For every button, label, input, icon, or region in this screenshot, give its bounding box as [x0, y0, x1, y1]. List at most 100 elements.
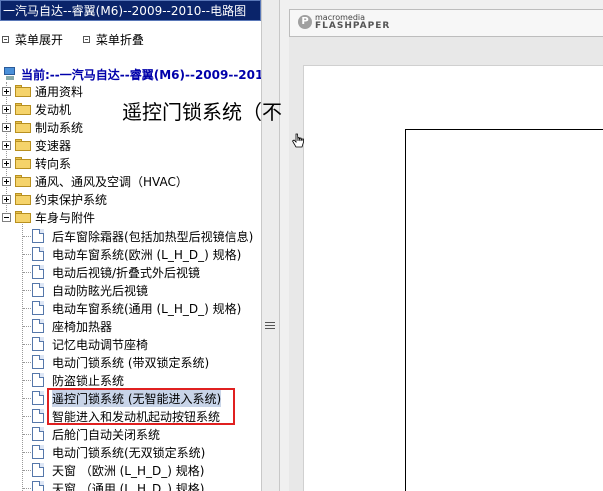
- tree-document[interactable]: 自动防眩光后视镜: [32, 281, 148, 299]
- tree-folder[interactable]: 通风、通风及空调（HVAC）: [2, 172, 188, 190]
- document-icon: [32, 355, 44, 369]
- tree-root-label: 当前:--一汽马自达--睿翼(M6)--2009--2010: [21, 67, 261, 82]
- expand-plus-icon[interactable]: [2, 194, 11, 204]
- tree-document[interactable]: 座椅加热器: [32, 317, 112, 335]
- tree-document[interactable]: 记忆电动调节座椅: [32, 335, 148, 353]
- document-label: 电动后视镜/折叠式外后视镜: [52, 265, 201, 280]
- tree-document[interactable]: 后舱门自动关闭系统: [32, 425, 160, 443]
- tree-connector: [23, 254, 31, 255]
- document-label: 防盗锁止系统: [52, 373, 125, 388]
- collapse-menu-button[interactable]: 菜单折叠: [82, 32, 144, 48]
- document-icon: [32, 229, 44, 243]
- panel-splitter[interactable]: [261, 0, 280, 491]
- tree-document[interactable]: 防盗锁止系统: [32, 371, 124, 389]
- document-icon: [32, 409, 44, 423]
- expand-menu-button[interactable]: 菜单展开: [2, 32, 63, 48]
- document-label: 后舱门自动关闭系统: [52, 427, 161, 442]
- tree-folder[interactable]: 转向系: [2, 154, 71, 172]
- document-icon: [32, 427, 44, 441]
- collapse-box-icon: [82, 36, 90, 43]
- folder-icon: [15, 85, 31, 97]
- folder-icon: [15, 139, 31, 151]
- tree-document[interactable]: 后车窗除霜器(包括加热型后视镜信息): [32, 227, 253, 245]
- menu-toolbar: 菜单展开 菜单折叠: [0, 31, 261, 47]
- tree-connector: [22, 222, 23, 491]
- tree-folder[interactable]: 约束保护系统: [2, 190, 107, 208]
- tree-folder[interactable]: 变速器: [2, 136, 71, 154]
- document-icon: [32, 337, 44, 351]
- folder-label: 变速器: [35, 138, 72, 153]
- tree-connector: [23, 236, 31, 237]
- document-label: 记忆电动调节座椅: [52, 337, 149, 352]
- tree-connector: [23, 416, 31, 417]
- folder-icon: [15, 175, 31, 187]
- folder-label: 约束保护系统: [35, 192, 108, 207]
- expand-plus-icon[interactable]: [2, 86, 11, 96]
- tree-connector: [23, 452, 31, 453]
- tree-document[interactable]: 天窗 （通用 (L_H_D_) 规格): [32, 479, 204, 491]
- folder-label: 制动系统: [35, 120, 84, 135]
- tree-folder[interactable]: 通用资料: [2, 82, 83, 100]
- collapse-menu-label: 菜单折叠: [95, 32, 144, 47]
- tree-document[interactable]: 天窗 （欧洲 (L_H_D_) 规格): [32, 461, 204, 479]
- document-icon: [32, 463, 44, 477]
- tree-connector: [23, 326, 31, 327]
- tree-folder-expanded[interactable]: 车身与附件: [2, 208, 95, 226]
- document-label: 电动门锁系统(无双锁定系统): [52, 445, 206, 460]
- document-icon: [32, 283, 44, 297]
- document-icon: [32, 247, 44, 261]
- document-icon: [32, 391, 44, 405]
- computer-icon: [3, 67, 17, 81]
- folder-icon: [15, 157, 31, 169]
- tree-connector: [23, 434, 31, 435]
- tree-connector: [23, 362, 31, 363]
- tree-connector: [23, 308, 31, 309]
- diagram-frame: [405, 129, 603, 491]
- tree-folder[interactable]: 制动系统: [2, 118, 83, 136]
- logo-product-text: FLASHPAPER: [315, 21, 391, 31]
- folder-icon: [15, 103, 31, 115]
- document-label: 电动车窗系统(欧洲 (L_H_D_) 规格): [52, 247, 242, 262]
- tree-folder[interactable]: 发动机: [2, 100, 71, 118]
- folder-label: 车身与附件: [35, 210, 96, 225]
- tree-connector: [23, 290, 31, 291]
- tree-document[interactable]: 电动车窗系统(通用 (L_H_D_) 规格): [32, 299, 241, 317]
- open-folder-icon: [15, 211, 31, 223]
- expand-plus-icon[interactable]: [2, 104, 11, 114]
- document-icon: [32, 319, 44, 333]
- tree-document[interactable]: 电动后视镜/折叠式外后视镜: [32, 263, 200, 281]
- tree-connector: [23, 398, 31, 399]
- collapse-minus-icon[interactable]: [2, 212, 11, 222]
- expand-plus-icon[interactable]: [2, 140, 11, 150]
- folder-label: 转向系: [35, 156, 72, 171]
- window-title-bar: 一汽马自达--睿翼(M6)--2009--2010--电路图: [0, 0, 261, 21]
- expand-plus-icon[interactable]: [2, 122, 11, 132]
- tree-connector: [23, 380, 31, 381]
- document-icon: [32, 373, 44, 387]
- tree-root[interactable]: 当前:--一汽马自达--睿翼(M6)--2009--2010: [3, 66, 261, 82]
- document-label: 电动车窗系统(通用 (L_H_D_) 规格): [52, 301, 242, 316]
- document-label: 电动门锁系统 (带双锁定系统): [52, 355, 210, 370]
- tree-document[interactable]: 电动门锁系统(无双锁定系统): [32, 443, 205, 461]
- navigation-panel: 一汽马自达--睿翼(M6)--2009--2010--电路图 菜单展开 菜单折叠…: [0, 0, 261, 491]
- collapse-box-icon: [2, 36, 9, 43]
- document-label: 天窗 （欧洲 (L_H_D_) 规格): [52, 463, 205, 478]
- splitter-grip-icon[interactable]: [265, 322, 275, 330]
- document-label: 自动防眩光后视镜: [52, 283, 149, 298]
- tree-document[interactable]: 电动车窗系统(欧洲 (L_H_D_) 规格): [32, 245, 241, 263]
- macromedia-logo-icon: P: [298, 15, 312, 29]
- tree-document[interactable]: 电动门锁系统 (带双锁定系统): [32, 353, 209, 371]
- document-label: 座椅加热器: [52, 319, 113, 334]
- folder-label: 通风、通风及空调（HVAC）: [35, 174, 188, 189]
- tree-connector: [23, 272, 31, 273]
- folder-label: 通用资料: [35, 84, 84, 99]
- tree-connector: [23, 470, 31, 471]
- expand-plus-icon[interactable]: [2, 176, 11, 186]
- document-label: 后车窗除霜器(包括加热型后视镜信息): [52, 229, 254, 244]
- highlight-annotation-box: [47, 388, 235, 425]
- folder-icon: [15, 193, 31, 205]
- flashpaper-logo: P macromedia FLASHPAPER: [298, 13, 398, 33]
- window-title: 一汽马自达--睿翼(M6)--2009--2010--电路图: [3, 4, 247, 18]
- expand-menu-label: 菜单展开: [15, 32, 64, 47]
- expand-plus-icon[interactable]: [2, 158, 11, 168]
